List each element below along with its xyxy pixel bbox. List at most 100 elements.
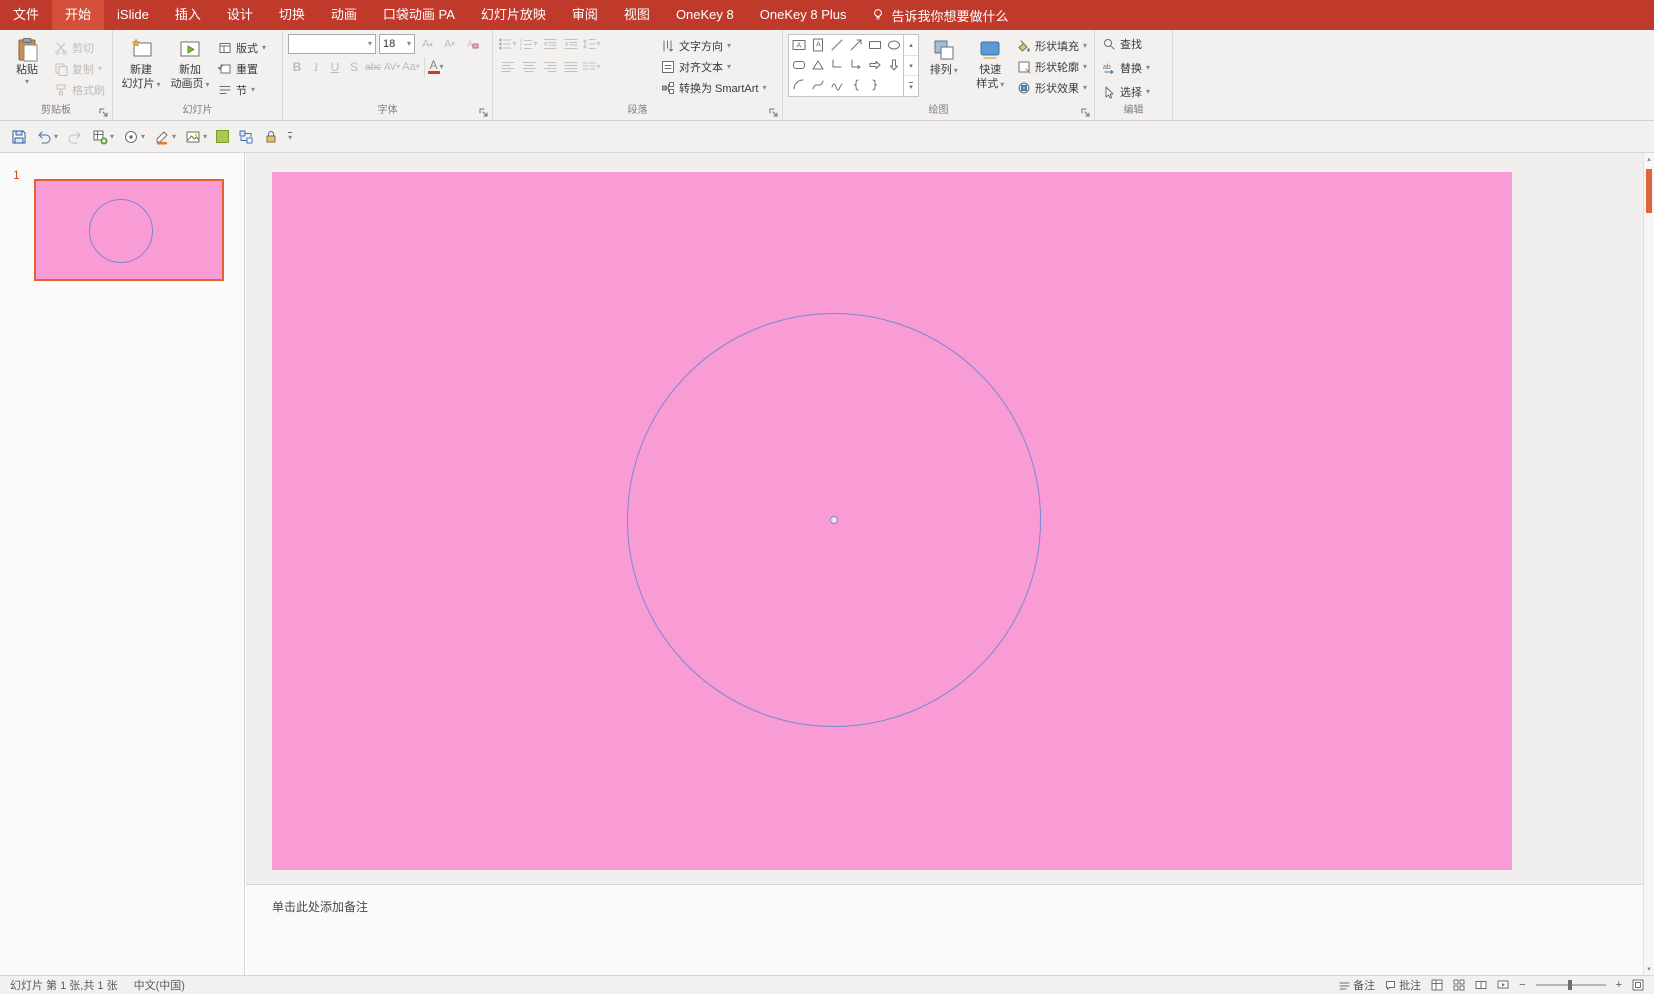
tab-animations[interactable]: 动画	[318, 0, 370, 30]
notes-pane[interactable]: 单击此处添加备注	[246, 884, 1643, 975]
section-button[interactable]: 节 ▾	[216, 79, 268, 100]
shape-elbow-arrow-icon[interactable]	[846, 55, 865, 75]
select-button[interactable]: 选择 ▾	[1100, 81, 1152, 102]
arrange-button[interactable]: 排列 ▾	[922, 34, 965, 77]
quick-styles-button[interactable]: 快速 样式 ▾	[968, 34, 1011, 91]
decrease-indent-button[interactable]	[540, 34, 559, 54]
replace-button[interactable]: ab 替换 ▾	[1100, 57, 1152, 78]
shape-outline-button[interactable]: 形状轮廓 ▾	[1015, 56, 1089, 77]
zoom-out-button[interactable]: −	[1519, 979, 1525, 991]
increase-font-size-button[interactable]: A ▴	[418, 34, 437, 54]
shape-effects-button[interactable]: 形状效果 ▾	[1015, 77, 1089, 98]
tab-view[interactable]: 视图	[611, 0, 663, 30]
tab-review[interactable]: 审阅	[559, 0, 611, 30]
circle-center-handle[interactable]	[830, 516, 838, 524]
color-picker-button[interactable]: ▾	[151, 125, 179, 149]
shape-line-icon[interactable]	[827, 35, 846, 55]
shape-tool-button[interactable]: ▾	[120, 125, 148, 149]
shape-gallery-scroll-up[interactable]: ▴	[904, 35, 918, 56]
text-direction-button[interactable]: 文字方向 ▾	[659, 35, 768, 56]
font-dialog-launcher[interactable]	[478, 107, 489, 118]
shape-gallery-scroll-down[interactable]: ▾	[904, 56, 918, 77]
scrollbar-thumb[interactable]	[1646, 169, 1652, 213]
slideshow-view-button[interactable]	[1497, 979, 1509, 991]
change-case-button[interactable]: Aa ▾	[402, 57, 420, 77]
align-text-button[interactable]: 对齐文本 ▾	[659, 56, 768, 77]
fit-to-window-button[interactable]	[1632, 979, 1644, 991]
bullets-button[interactable]: ▾	[498, 34, 517, 54]
notes-toggle[interactable]: 备注	[1339, 977, 1375, 993]
scroll-up-arrow[interactable]: ▴	[1644, 153, 1654, 165]
fill-color-button[interactable]	[213, 125, 232, 149]
zoom-in-button[interactable]: +	[1616, 979, 1622, 991]
paragraph-dialog-launcher[interactable]	[768, 107, 779, 118]
shape-vertical-textbox-icon[interactable]: A	[808, 35, 827, 55]
justify-button[interactable]	[561, 57, 580, 77]
font-color-button[interactable]: A ▾	[424, 57, 444, 77]
shape-arrow-right-icon[interactable]	[865, 55, 884, 75]
shape-elbow-connector-icon[interactable]	[827, 55, 846, 75]
clipboard-dialog-launcher[interactable]	[98, 107, 109, 118]
shape-rounded-rectangle-icon[interactable]	[789, 55, 808, 75]
copy-button[interactable]: 复制 ▾	[52, 58, 107, 79]
shape-freeform-icon[interactable]	[827, 75, 846, 95]
tab-insert[interactable]: 插入	[162, 0, 214, 30]
shape-fill-button[interactable]: 形状填充 ▾	[1015, 35, 1089, 56]
new-slide-button[interactable]: 新建 幻灯片 ▾	[118, 34, 164, 91]
reset-button[interactable]: 重置	[216, 58, 268, 79]
zoom-slider[interactable]	[1535, 980, 1606, 990]
decrease-font-size-button[interactable]: A ▾	[440, 34, 459, 54]
font-name-combo[interactable]: ▾	[288, 34, 376, 54]
align-left-button[interactable]	[498, 57, 517, 77]
picture-tool-button[interactable]: ▾	[182, 125, 210, 149]
columns-button[interactable]: ▾	[582, 57, 601, 77]
increase-indent-button[interactable]	[561, 34, 580, 54]
tab-onekey8[interactable]: OneKey 8	[663, 0, 747, 30]
shape-right-brace-icon[interactable]	[865, 75, 884, 95]
vertical-scrollbar[interactable]: ▴ ▾	[1643, 153, 1654, 975]
notes-placeholder[interactable]: 单击此处添加备注	[272, 898, 368, 915]
tab-design[interactable]: 设计	[214, 0, 266, 30]
shape-triangle-icon[interactable]	[808, 55, 827, 75]
font-size-combo[interactable]: 18 ▾	[379, 34, 415, 54]
slide-canvas[interactable]	[272, 172, 1512, 870]
scroll-down-arrow[interactable]: ▾	[1644, 963, 1654, 975]
shape-arrow-icon[interactable]	[846, 35, 865, 55]
clear-formatting-button[interactable]: A	[462, 34, 481, 54]
comments-toggle[interactable]: 批注	[1385, 977, 1421, 993]
tab-home[interactable]: 开始	[52, 0, 105, 30]
character-spacing-button[interactable]: AV ▾	[383, 57, 401, 77]
shape-arrow-down-icon[interactable]	[884, 55, 903, 75]
italic-button[interactable]: I	[307, 57, 325, 77]
normal-view-button[interactable]	[1431, 979, 1443, 991]
find-button[interactable]: 查找	[1100, 33, 1144, 54]
tab-pocket-animation[interactable]: 口袋动画 PA	[370, 0, 468, 30]
toolbar-overflow-button[interactable]: ▾	[285, 125, 295, 149]
paste-button[interactable]: 粘贴 ▾	[5, 34, 49, 86]
save-button[interactable]	[8, 125, 30, 149]
tab-transitions[interactable]: 切换	[266, 0, 318, 30]
line-spacing-button[interactable]: ▾	[582, 34, 601, 54]
paste-special-button[interactable]: ▾	[89, 125, 117, 149]
format-painter-button[interactable]: 格式刷	[52, 79, 107, 100]
shape-left-brace-icon[interactable]	[846, 75, 865, 95]
underline-button[interactable]: U	[326, 57, 344, 77]
redo-button[interactable]	[64, 125, 86, 149]
slide-sorter-view-button[interactable]	[1453, 979, 1465, 991]
text-shadow-button[interactable]: S	[345, 57, 363, 77]
undo-button[interactable]: ▾	[33, 125, 61, 149]
convert-smartart-button[interactable]: 转换为 SmartArt ▾	[659, 77, 768, 98]
layout-button[interactable]: 版式 ▾	[216, 37, 268, 58]
align-center-button[interactable]	[519, 57, 538, 77]
shape-oval-icon[interactable]	[884, 35, 903, 55]
reading-view-button[interactable]	[1475, 979, 1487, 991]
align-right-button[interactable]	[540, 57, 559, 77]
lock-button[interactable]	[260, 125, 282, 149]
zoom-slider-knob[interactable]	[1567, 980, 1572, 990]
numbering-button[interactable]: ▾	[519, 34, 538, 54]
tab-islide[interactable]: iSlide	[104, 0, 162, 30]
slide-thumbnail[interactable]	[34, 179, 224, 281]
shape-textbox-icon[interactable]: A	[789, 35, 808, 55]
tab-slideshow[interactable]: 幻灯片放映	[468, 0, 559, 30]
tab-file[interactable]: 文件	[0, 0, 52, 30]
